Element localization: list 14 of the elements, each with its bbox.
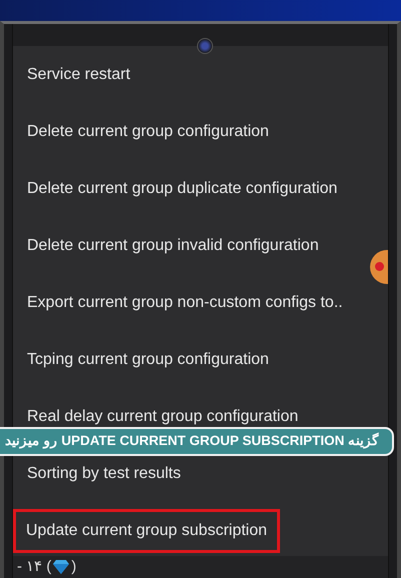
menu-item[interactable]: Tcping current group configuration <box>13 348 269 372</box>
gem-icon <box>53 560 70 574</box>
menu-item[interactable]: Delete current group duplicate configuration <box>13 176 338 200</box>
menu-item[interactable]: Update current group subscription <box>13 508 280 552</box>
menu-item[interactable]: Delete current group invalid configuration <box>13 234 319 258</box>
menu-item[interactable]: Real delay current group configuration <box>13 404 298 428</box>
menu-item[interactable]: Delete current group configuration <box>13 120 269 144</box>
menu-item[interactable]: Sorting by test results <box>13 462 181 486</box>
menu-item[interactable]: Service restart <box>13 62 130 86</box>
footer-text: - ۱۴ ( <box>17 556 52 577</box>
footer-text: ) <box>71 556 76 577</box>
camera-icon <box>197 38 213 54</box>
caption-toast: گزینه UPDATE CURRENT GROUP SUBSCRIPTION رو میزنید <box>0 427 394 456</box>
menu-item[interactable]: Export current group non-custom configs to.. <box>13 290 343 314</box>
